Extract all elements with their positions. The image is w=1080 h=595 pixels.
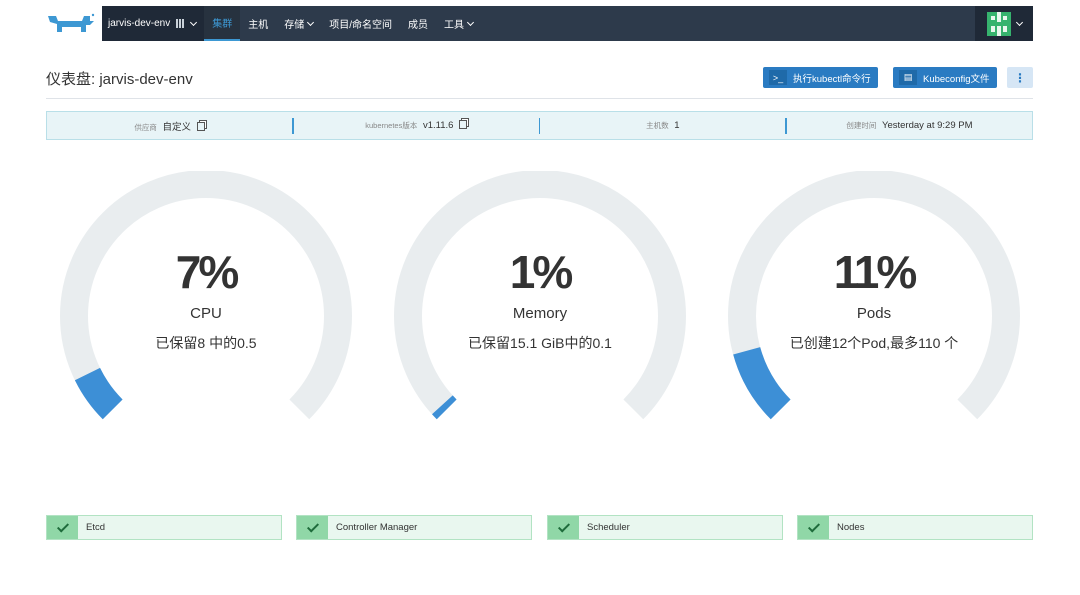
chevron-down-icon: [1015, 18, 1023, 26]
gauge-fill: [74, 367, 123, 420]
nav-item-label: 集群: [212, 19, 233, 30]
nav-item-tools[interactable]: 工具: [436, 6, 481, 41]
nav-item-cluster[interactable]: 集群: [204, 6, 241, 41]
copy-icon[interactable]: [196, 121, 205, 131]
kubeconfig-button[interactable]: ▤ Kubeconfig文件: [893, 67, 997, 88]
gauge-percent: 11%: [833, 246, 918, 298]
nav-item-members[interactable]: 成员: [400, 6, 436, 41]
created-label: 创建时间: [846, 121, 877, 130]
cpu-gauge: 7% CPU 已保留8 中的0.5: [56, 171, 356, 431]
health-scheduler: Scheduler: [547, 515, 783, 540]
nav-item-projects[interactable]: 项目/命名空间: [321, 6, 400, 41]
page-title: 仪表盘: jarvis-dev-env: [46, 71, 193, 88]
copy-icon[interactable]: [459, 120, 468, 129]
nav-item-hosts[interactable]: 主机: [240, 6, 276, 41]
provider-value: 自定义: [162, 121, 192, 133]
nav-item-label: 主机: [248, 20, 269, 31]
chevron-down-icon: [307, 18, 315, 26]
gauge-percent: 1%: [509, 246, 573, 298]
check-icon: [47, 516, 78, 539]
memory-gauge: 1% Memory 已保留15.1 GiB中的0.1: [390, 171, 690, 431]
file-icon: ▤: [899, 70, 917, 85]
pods-gauge: 11% Pods 已创建12个Pod,最多110 个: [724, 171, 1024, 431]
health-controller-manager: Controller Manager: [296, 515, 532, 540]
gauge-name: CPU: [190, 305, 222, 322]
gauge-detail: 已保留8 中的0.5: [155, 335, 257, 351]
kubeconfig-button-label: Kubeconfig文件: [923, 73, 990, 85]
kubectl-button-label: 执行kubectl命令行: [793, 73, 871, 85]
created-info: 创建时间 Yesterday at 9:29 PM: [787, 120, 1032, 131]
top-nav: jarvis-dev-env 集群 主机 存储 项目/命名空间 成员 工具: [102, 6, 1033, 41]
gauge-name: Memory: [512, 305, 568, 322]
more-actions-button[interactable]: ⋮: [1007, 67, 1033, 88]
gauge-fill: [733, 346, 791, 420]
avatar: [986, 11, 1011, 36]
gauge-percent: 7%: [175, 246, 239, 298]
health-nodes: Nodes: [797, 515, 1033, 540]
chevron-down-icon: [466, 18, 475, 26]
user-menu[interactable]: [975, 6, 1033, 41]
k8s-version-value: v1.11.6: [423, 120, 454, 131]
check-icon: [798, 516, 829, 539]
gauge-ring: [60, 171, 352, 420]
cluster-switcher[interactable]: jarvis-dev-env: [102, 6, 205, 41]
k8s-version-info: kubernetes版本 v1.11.6: [294, 120, 539, 131]
header-divider: [46, 98, 1033, 99]
gauge-detail: 已保留15.1 GiB中的0.1: [468, 335, 612, 351]
kubectl-button[interactable]: >_ 执行kubectl命令行: [763, 67, 878, 88]
nav-item-label: 成员: [408, 20, 429, 31]
gauge-fill: [432, 395, 457, 420]
provider-info: 供应商 自定义: [47, 119, 292, 133]
health-label: Etcd: [86, 522, 106, 533]
cluster-name: jarvis-dev-env: [108, 18, 171, 29]
chevron-down-icon: [190, 18, 198, 26]
host-count-info: 主机数 1: [540, 120, 785, 131]
check-icon: [297, 516, 328, 539]
cluster-grid-icon: [176, 19, 186, 28]
gauge-detail: 已创建12个Pod,最多110 个: [789, 335, 959, 351]
cluster-info-bar: 供应商 自定义 kubernetes版本 v1.11.6 主机数 1 创建时间 …: [46, 111, 1033, 140]
host-count-value: 1: [674, 120, 680, 131]
k8s-version-label: kubernetes版本: [365, 121, 418, 130]
health-label: Controller Manager: [336, 522, 418, 533]
health-etcd: Etcd: [46, 515, 282, 540]
health-label: Nodes: [837, 522, 865, 533]
created-value: Yesterday at 9:29 PM: [882, 120, 973, 131]
nav-item-label: 工具: [444, 20, 465, 31]
gauge-ring: [394, 171, 686, 420]
host-count-label: 主机数: [646, 121, 669, 130]
health-label: Scheduler: [587, 522, 630, 533]
nav-item-storage[interactable]: 存储: [276, 6, 321, 41]
rancher-logo[interactable]: [46, 12, 96, 34]
nav-item-label: 项目/命名空间: [329, 20, 393, 31]
gauge-name: Pods: [856, 305, 892, 322]
check-icon: [548, 516, 579, 539]
terminal-icon: >_: [769, 70, 787, 85]
gauge-ring: [728, 171, 1020, 420]
provider-label: 供应商: [134, 122, 157, 132]
nav-item-label: 存储: [284, 20, 305, 31]
